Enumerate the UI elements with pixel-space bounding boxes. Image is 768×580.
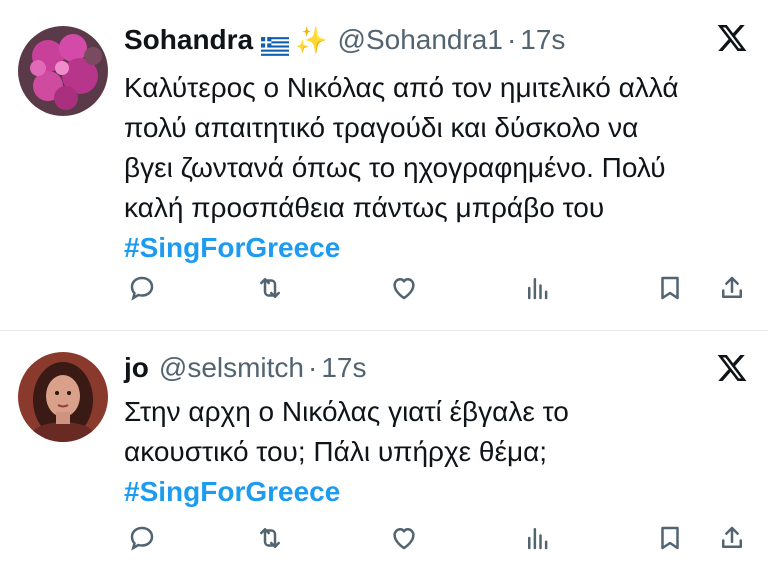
tweet-line: Στην αρχη ο Νικόλας γιατί έβγαλε το <box>124 396 569 427</box>
bookmark-icon <box>661 276 679 300</box>
hashtag-link[interactable]: #SingForGreece <box>124 476 340 507</box>
retweet-button[interactable] <box>252 520 288 556</box>
separator: · <box>308 352 318 383</box>
avatar[interactable] <box>18 352 108 442</box>
reply-button[interactable] <box>124 520 160 556</box>
tweet-text: Στην αρχη ο Νικόλας γιατί έβγαλε το ακου… <box>124 392 754 512</box>
retweet-icon <box>260 528 280 548</box>
tweet-line: Καλύτερος ο Νικόλας από τον ημιτελικό αλ… <box>124 72 679 103</box>
hashtag-link[interactable]: #SingForGreece <box>124 232 340 263</box>
bookmark-button[interactable] <box>652 270 688 306</box>
tweet-actions <box>124 270 748 310</box>
display-name[interactable]: Sohandra <box>124 24 253 56</box>
tweet-line: πολύ απαιτητικό τραγούδι και δύσκολο να <box>124 112 639 143</box>
sparkle-emoji: ✨ <box>295 24 328 55</box>
timestamp[interactable]: 17s <box>321 352 366 384</box>
share-icon <box>722 276 742 298</box>
tweet-card[interactable]: Sohandra ✨ @Sohandra1 · 17s Καλύτερος ο … <box>0 0 768 330</box>
reply-icon <box>130 526 154 551</box>
x-logo-icon <box>716 352 748 384</box>
share-icon <box>722 526 742 548</box>
like-icon <box>393 528 415 550</box>
tweet-line: καλή προσπάθεια πάντως μπράβο του <box>124 192 605 223</box>
x-logo-icon <box>716 22 748 54</box>
display-name[interactable]: jo <box>124 352 149 384</box>
like-button[interactable] <box>386 270 422 306</box>
retweet-button[interactable] <box>252 270 288 306</box>
views-button[interactable] <box>520 270 556 306</box>
share-button[interactable] <box>714 270 750 306</box>
views-icon <box>528 528 548 550</box>
reply-icon <box>130 276 154 301</box>
like-icon <box>393 278 415 300</box>
user-handle[interactable]: @selsmitch <box>159 352 304 384</box>
greece-flag-icon <box>261 31 290 56</box>
tweet-line: βγει ζωντανά όπως το ηχογραφημένο. Πολύ <box>124 152 666 183</box>
tweet-actions <box>124 520 748 560</box>
timestamp[interactable]: 17s <box>520 24 565 56</box>
bookmark-icon <box>661 526 679 550</box>
views-button[interactable] <box>520 520 556 556</box>
tweet-line: ακουστικό του; Πάλι υπήρχε θέμα; <box>124 436 548 467</box>
tweet-header: jo @selsmitch · 17s <box>124 348 367 388</box>
reply-button[interactable] <box>124 270 160 306</box>
tweet-header: Sohandra ✨ @Sohandra1 · 17s <box>124 20 565 60</box>
views-icon <box>528 278 548 300</box>
share-button[interactable] <box>714 520 750 556</box>
tweet-card[interactable]: jo @selsmitch · 17s Στην αρχη ο Νικόλας … <box>0 330 768 580</box>
separator: · <box>506 24 517 55</box>
user-handle[interactable]: @Sohandra1 <box>338 24 503 56</box>
like-button[interactable] <box>386 520 422 556</box>
avatar[interactable] <box>18 26 108 116</box>
retweet-icon <box>260 278 280 298</box>
bookmark-button[interactable] <box>652 520 688 556</box>
tweet-text: Καλύτερος ο Νικόλας από τον ημιτελικό αλ… <box>124 68 754 268</box>
